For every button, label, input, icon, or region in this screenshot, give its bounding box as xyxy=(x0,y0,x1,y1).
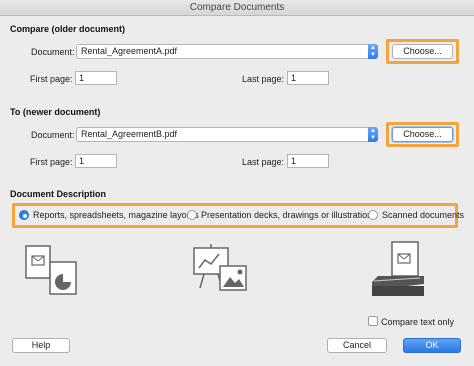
chevron-updown-icon: ▲ ▼ xyxy=(368,127,378,142)
older-choose-button[interactable]: Choose... xyxy=(392,44,453,59)
newer-document-value: Rental_AgreementB.pdf xyxy=(81,129,178,139)
chevron-updown-icon: ▲ ▼ xyxy=(368,44,378,59)
older-first-page-label: First page: xyxy=(30,74,73,84)
radio-presentations[interactable]: Presentation decks, drawings or illustra… xyxy=(187,210,377,220)
window-title: Compare Documents xyxy=(0,0,474,16)
help-button[interactable]: Help xyxy=(12,338,70,353)
radio-reports-label: Reports, spreadsheets, magazine layouts xyxy=(33,210,199,220)
radio-presentations-indicator[interactable] xyxy=(187,210,197,220)
radio-presentations-label: Presentation decks, drawings or illustra… xyxy=(201,210,377,220)
newer-document-label: Document: xyxy=(31,130,75,140)
reports-illustration-icon xyxy=(25,245,77,295)
radio-scanned-label: Scanned documents xyxy=(382,210,465,220)
older-document-value: Rental_AgreementA.pdf xyxy=(81,46,178,56)
scanner-illustration-icon xyxy=(372,241,424,296)
radio-scanned-indicator[interactable] xyxy=(368,210,378,220)
newer-section-title: To (newer document) xyxy=(10,107,101,117)
cancel-button[interactable]: Cancel xyxy=(327,338,387,353)
radio-reports[interactable]: Reports, spreadsheets, magazine layouts xyxy=(19,210,199,220)
presentation-illustration-icon xyxy=(193,244,247,291)
older-last-page-label: Last page: xyxy=(242,74,285,84)
description-section-title: Document Description xyxy=(10,189,107,199)
newer-first-page-input[interactable]: 1 xyxy=(75,154,117,168)
newer-first-page-label: First page: xyxy=(30,157,73,167)
older-document-select[interactable]: Rental_AgreementA.pdf ▲ ▼ xyxy=(76,44,378,59)
compare-text-only-label: Compare text only xyxy=(381,317,455,327)
newer-document-select[interactable]: Rental_AgreementB.pdf ▲ ▼ xyxy=(76,127,378,142)
radio-reports-indicator[interactable] xyxy=(19,210,29,220)
radio-scanned[interactable]: Scanned documents xyxy=(368,210,464,220)
newer-last-page-label: Last page: xyxy=(242,157,285,167)
older-document-label: Document: xyxy=(31,47,75,57)
ok-button[interactable]: OK xyxy=(403,338,461,353)
newer-choose-button[interactable]: Choose... xyxy=(392,127,453,142)
newer-last-page-input[interactable]: 1 xyxy=(287,154,329,168)
older-first-page-input[interactable]: 1 xyxy=(75,71,117,85)
older-last-page-input[interactable]: 1 xyxy=(287,71,329,85)
older-section-title: Compare (older document) xyxy=(10,24,126,34)
compare-text-only-checkbox[interactable] xyxy=(368,316,378,326)
